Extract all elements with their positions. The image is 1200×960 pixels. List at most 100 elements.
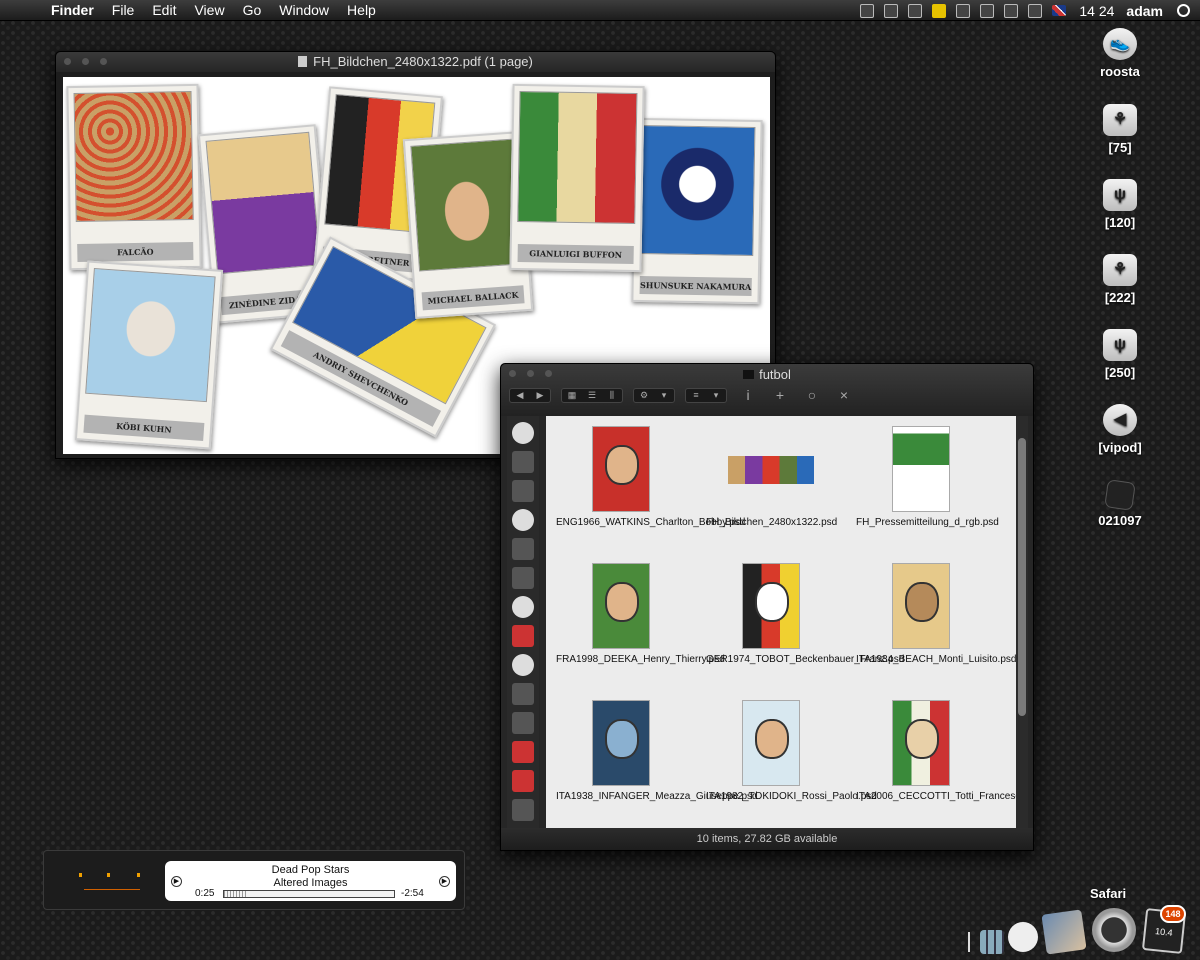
gear-icon[interactable]: ⚙ <box>634 389 654 402</box>
menu-user[interactable]: adam <box>1126 3 1163 19</box>
display-menu-icon[interactable] <box>980 3 995 18</box>
menu-extra-1-icon[interactable] <box>860 3 875 18</box>
menu-window[interactable]: Window <box>270 0 338 21</box>
sneaker-icon: 👟 <box>1103 28 1137 60</box>
usb-drive-icon[interactable] <box>512 480 534 502</box>
sneaker-icon[interactable] <box>512 509 534 531</box>
menu-clock[interactable]: 14 24 <box>1079 3 1114 19</box>
safari-compass-icon[interactable] <box>1092 908 1136 952</box>
close-icon[interactable] <box>64 58 71 65</box>
close-x-icon[interactable]: × <box>833 387 855 403</box>
info-icon[interactable]: i <box>737 387 759 403</box>
power-plug-icon[interactable] <box>1028 3 1043 18</box>
file-item[interactable]: FH_Bildchen_2480x1322.psd <box>706 426 837 529</box>
circle-icon[interactable]: ○ <box>801 387 823 403</box>
menu-file[interactable]: File <box>103 0 144 21</box>
back-forward-control[interactable]: ◀ ▶ <box>509 387 551 403</box>
preview-titlebar[interactable]: FH_Bildchen_2480x1322.pdf (1 page) <box>56 52 775 72</box>
black-disk-icon[interactable] <box>512 712 534 734</box>
app-icon[interactable] <box>512 770 534 792</box>
column-view-icon[interactable]: ⫼ <box>602 389 622 402</box>
forward-icon[interactable]: ▶ <box>530 389 550 402</box>
previous-icon[interactable] <box>79 873 82 877</box>
menu-extra-3-icon[interactable] <box>908 3 923 18</box>
icon-view-icon[interactable]: ▦ <box>562 389 582 402</box>
person-icon[interactable] <box>512 799 534 821</box>
input-flag-icon[interactable] <box>1052 5 1067 16</box>
file-item[interactable]: ITA2006_CECCOTTI_Totti_Francesco.psd <box>856 700 1016 803</box>
view-mode-control[interactable]: ▦ ☰ ⫼ <box>561 387 623 403</box>
menu-extra-4-icon[interactable] <box>932 3 947 18</box>
dock-speaker-icon[interactable] <box>1008 922 1038 952</box>
desktop-item-roosta[interactable]: 👟 roosta <box>1075 28 1165 79</box>
file-item[interactable]: ENG1966_WATKINS_Charlton_Bobby.psd <box>556 426 745 529</box>
desktop-item-120[interactable]: ψ [120] <box>1075 179 1165 230</box>
finder-titlebar[interactable]: futbol ◀ ▶ ▦ ☰ ⫼ ⚙ ▾ ≡ ▾ i + ○ × <box>501 364 1033 416</box>
folder-icon <box>743 370 755 379</box>
file-item[interactable]: GER1974_TOBOT_Beckenbauer_Franz.psd <box>706 563 904 666</box>
scroll-thumb[interactable] <box>1018 438 1026 716</box>
black-disk-icon <box>1104 479 1136 511</box>
menu-help[interactable]: Help <box>338 0 385 21</box>
file-item[interactable]: ITA1982_TOKIDOKI_Rossi_Paolo.psd <box>706 700 877 803</box>
dock-iphoto-icon[interactable] <box>1041 909 1087 955</box>
menu-edit[interactable]: Edit <box>143 0 185 21</box>
arrange-icon[interactable]: ≡ <box>686 389 706 402</box>
card-artwork <box>639 125 756 257</box>
grid-menu-icon[interactable] <box>956 3 971 18</box>
desktop-item-021097[interactable]: 021097 <box>1075 479 1165 528</box>
window-icon[interactable] <box>512 596 534 618</box>
back-icon[interactable]: ◀ <box>510 389 530 402</box>
desktop-item-vipod[interactable]: ◀ [vipod] <box>1075 404 1165 455</box>
file-thumbnail <box>592 563 650 649</box>
file-item[interactable]: FRA1998_DEEKA_Henry_Thierry.psd <box>556 563 725 666</box>
file-thumbnail <box>728 426 814 512</box>
next-circle-icon[interactable]: ▶ <box>439 876 450 887</box>
volume-slider[interactable] <box>84 889 140 890</box>
next-icon[interactable] <box>137 873 140 877</box>
desktop-item-250[interactable]: ψ [250] <box>1075 329 1165 380</box>
player-card: GIANLUIGI BUFFON <box>509 83 645 273</box>
pause-icon[interactable] <box>107 873 110 877</box>
spotlight-icon[interactable] <box>1177 4 1190 17</box>
list-view-icon[interactable]: ☰ <box>582 389 602 402</box>
file-item[interactable]: ITA1938_INFANGER_Meazza_Giuseppe.psd <box>556 700 758 803</box>
book-icon[interactable] <box>512 654 534 676</box>
zoom-icon[interactable] <box>100 58 107 65</box>
apple-menu-icon[interactable] <box>18 2 34 18</box>
progress-bar[interactable] <box>223 890 395 898</box>
firewire-drive-icon[interactable] <box>512 567 534 589</box>
finder-title: futbol <box>759 367 791 382</box>
battery-menu-icon[interactable] <box>1004 3 1019 18</box>
card-name: FALCÃO <box>77 241 194 262</box>
menu-view[interactable]: View <box>185 0 233 21</box>
menu-app-finder[interactable]: Finder <box>42 0 103 21</box>
speaker-icon[interactable] <box>512 422 534 444</box>
vertical-scrollbar[interactable] <box>1016 416 1028 830</box>
menu-extra-2-icon[interactable] <box>884 3 899 18</box>
usb-drive-icon[interactable] <box>512 451 534 473</box>
desktop-item-222[interactable]: ⚘ [222] <box>1075 254 1165 305</box>
desktop-label: [250] <box>1104 365 1136 380</box>
arrange-menu[interactable]: ≡ ▾ <box>685 387 727 403</box>
menu-go[interactable]: Go <box>234 0 271 21</box>
app-icon[interactable] <box>512 741 534 763</box>
pdf-icon <box>298 56 308 67</box>
desktop-label: [vipod] <box>1098 440 1142 455</box>
minimize-icon[interactable] <box>82 58 89 65</box>
file-thumbnail <box>742 563 800 649</box>
firewire-drive-icon[interactable] <box>512 538 534 560</box>
app-icon[interactable] <box>512 625 534 647</box>
menu-bar: Finder File Edit View Go Window Help 14 … <box>0 0 1200 21</box>
desktop-label: [75] <box>1108 140 1132 155</box>
file-item[interactable]: FH_Pressemitteilung_d_rgb.psd <box>856 426 999 529</box>
black-disk-icon[interactable] <box>512 683 534 705</box>
add-icon[interactable]: + <box>769 387 791 403</box>
elapsed-time: 0:25 <box>195 888 215 899</box>
desktop-item-75[interactable]: ⚘ [75] <box>1075 104 1165 155</box>
file-item[interactable]: ITA1934_BEACH_Monti_Luisito.psd <box>856 563 1016 666</box>
dock-app-label: Safari <box>1090 886 1127 901</box>
action-menu[interactable]: ⚙ ▾ <box>633 387 675 403</box>
play-circle-icon[interactable]: ▶ <box>171 876 182 887</box>
dock-grid-icon[interactable] <box>980 930 1004 954</box>
